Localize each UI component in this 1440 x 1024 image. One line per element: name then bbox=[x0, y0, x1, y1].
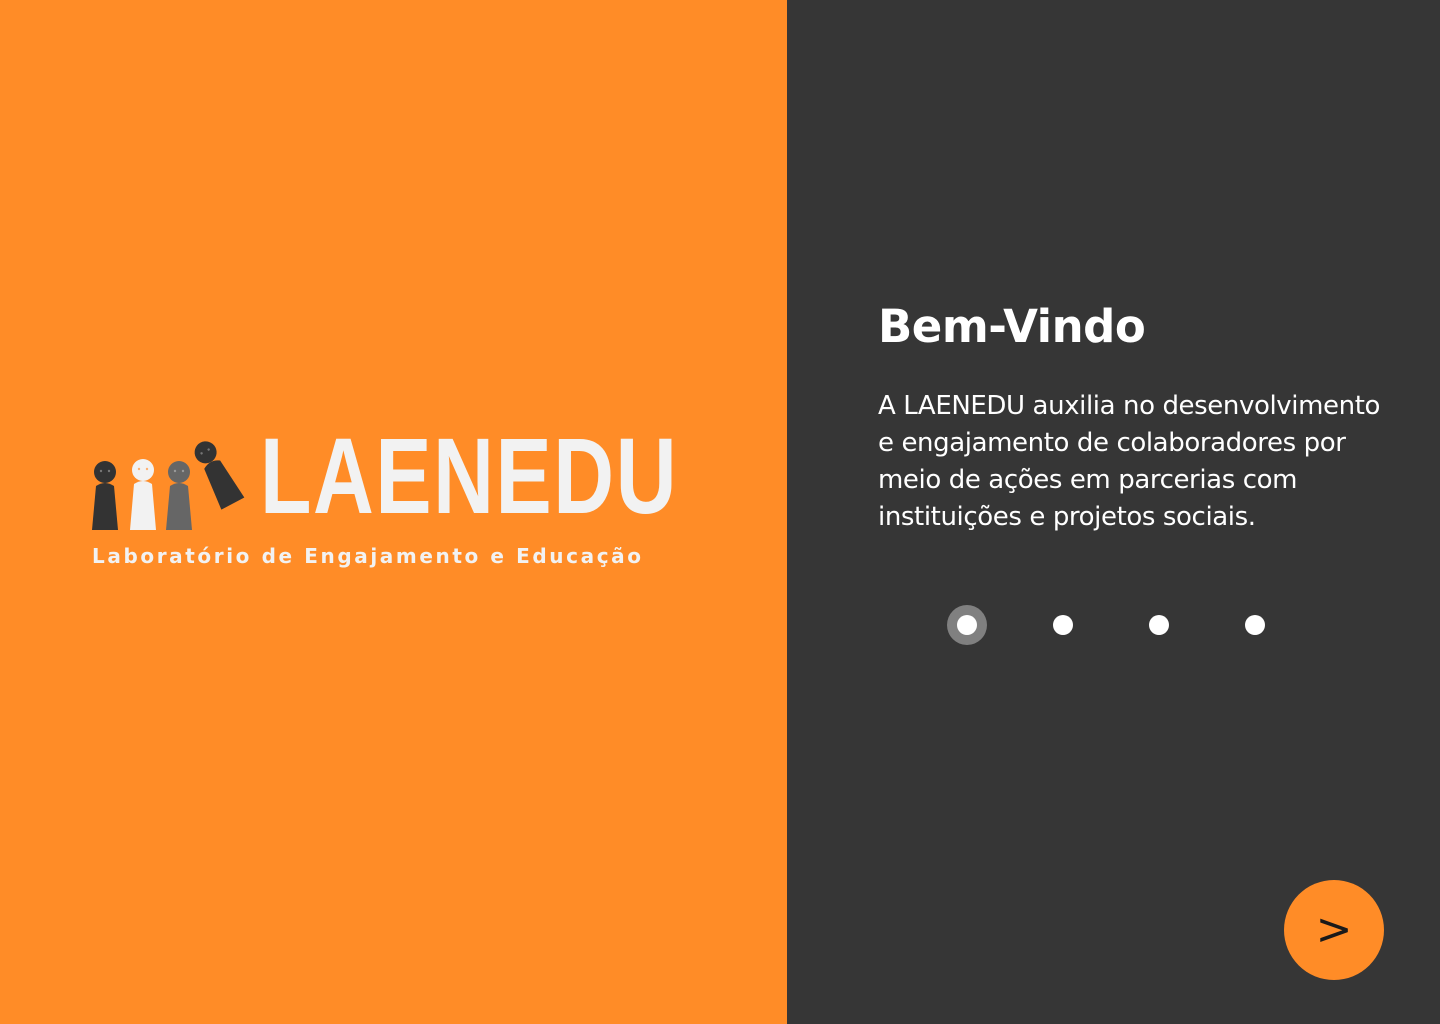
carousel-pagination bbox=[787, 605, 1440, 645]
brand-wordmark: LAENEDU bbox=[260, 415, 679, 536]
people-figures-icon bbox=[92, 441, 245, 530]
next-arrow-icon: > bbox=[1315, 904, 1353, 955]
brand-panel: LAENEDU Laboratório de Engajamento e Edu… bbox=[0, 0, 787, 1024]
pagination-dot-2[interactable] bbox=[1053, 615, 1073, 635]
pagination-dot-1[interactable] bbox=[947, 605, 987, 645]
welcome-panel: Bem-Vindo A LAENEDU auxilia no desenvolv… bbox=[787, 0, 1440, 1024]
welcome-title: Bem-Vindo bbox=[878, 300, 1146, 353]
next-button[interactable]: > bbox=[1284, 880, 1384, 980]
laenedu-logo: LAENEDU Laboratório de Engajamento e Edu… bbox=[90, 416, 695, 575]
pagination-dot-4[interactable] bbox=[1245, 615, 1265, 635]
welcome-description: A LAENEDU auxilia no desenvolvimento e e… bbox=[878, 391, 1381, 532]
pagination-dot-3[interactable] bbox=[1149, 615, 1169, 635]
onboarding-screen: LAENEDU Laboratório de Engajamento e Edu… bbox=[0, 0, 1440, 1024]
brand-tagline: Laboratório de Engajamento e Educação bbox=[92, 544, 644, 568]
